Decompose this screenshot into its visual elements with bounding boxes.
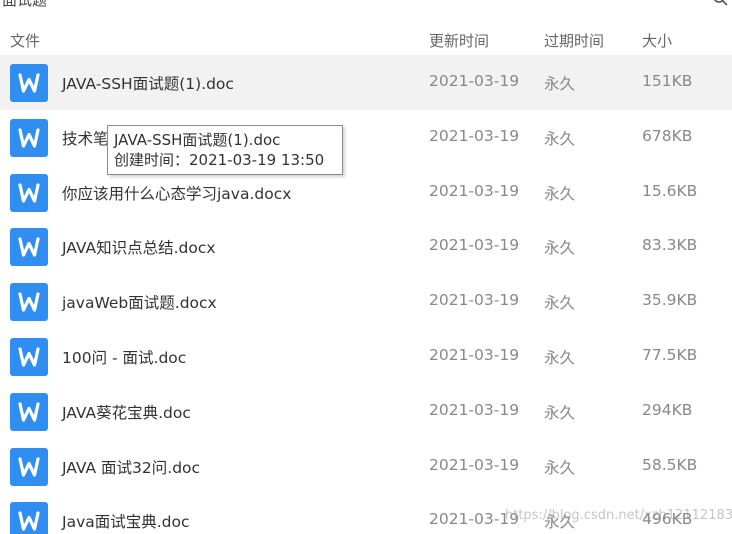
- file-updated-date: 2021-03-19: [429, 400, 520, 419]
- column-header-size[interactable]: 大小: [642, 30, 672, 51]
- file-expire: 永久: [544, 294, 576, 313]
- file-row[interactable]: JAVA 面试32问.doc 2021-03-19 永久 58.5KB: [0, 439, 732, 494]
- file-name[interactable]: Java面试宝典.doc: [62, 510, 190, 532]
- breadcrumb[interactable]: 面试题: [2, 0, 47, 10]
- top-bar: 面试题: [0, 0, 732, 22]
- file-size: 77.5KB: [642, 345, 698, 364]
- file-size: 58.5KB: [642, 455, 698, 474]
- file-row[interactable]: javaWeb面试题.docx 2021-03-19 永久 35.9KB: [0, 274, 732, 329]
- file-updated-date: 2021-03-19: [429, 236, 520, 255]
- file-name[interactable]: javaWeb面试题.docx: [62, 291, 217, 313]
- word-doc-icon: [10, 173, 48, 212]
- file-expire: 永久: [544, 403, 576, 422]
- file-name[interactable]: JAVA 面试32问.doc: [62, 456, 200, 478]
- word-doc-icon: [10, 502, 48, 534]
- word-doc-icon: [10, 64, 48, 102]
- file-manager: 面试题 文件 更新时间 过期时间 大小 JAVA-SSH面试题(1).doc 2…: [0, 0, 732, 534]
- watermark: https://blog.csdn.net/xzh121121831: [505, 508, 732, 523]
- file-expire: 永久: [544, 348, 576, 367]
- file-expire: 永久: [544, 458, 576, 477]
- file-size: 15.6KB: [642, 181, 698, 200]
- column-header-name[interactable]: 文件: [10, 30, 40, 51]
- column-header-updated[interactable]: 更新时间: [429, 30, 489, 51]
- file-size: 35.9KB: [642, 291, 698, 310]
- file-name[interactable]: JAVA-SSH面试题(1).doc: [62, 72, 234, 94]
- file-name[interactable]: JAVA葵花宝典.doc: [62, 401, 191, 423]
- file-updated-date: 2021-03-19: [429, 345, 520, 364]
- word-doc-icon: [10, 283, 48, 322]
- file-expire: 永久: [544, 129, 576, 148]
- file-row[interactable]: JAVA-SSH面试题(1).doc 2021-03-19 永久 151KB: [0, 55, 732, 110]
- file-size: 294KB: [642, 400, 693, 419]
- file-updated-date: 2021-03-19: [429, 291, 520, 310]
- file-updated-date: 2021-03-19: [429, 126, 520, 145]
- file-expire: 永久: [544, 75, 576, 93]
- file-name[interactable]: 你应该用什么心态学习java.docx: [62, 182, 291, 204]
- file-name[interactable]: JAVA知识点总结.docx: [62, 236, 216, 258]
- word-doc-icon: [10, 447, 48, 486]
- column-header: 文件 更新时间 过期时间 大小: [0, 22, 732, 55]
- file-size: 678KB: [642, 126, 693, 145]
- file-size: 151KB: [642, 72, 693, 90]
- file-name[interactable]: 100问 - 面试.doc: [62, 346, 186, 368]
- file-size: 83.3KB: [642, 236, 698, 255]
- file-name[interactable]: 技术笔: [62, 127, 109, 149]
- file-row[interactable]: JAVA知识点总结.docx 2021-03-19 永久 83.3KB: [0, 219, 732, 274]
- file-row[interactable]: 100问 - 面试.doc 2021-03-19 永久 77.5KB: [0, 329, 732, 384]
- file-row[interactable]: JAVA葵花宝典.doc 2021-03-19 永久 294KB: [0, 384, 732, 439]
- word-doc-icon: [10, 228, 48, 267]
- file-expire: 永久: [544, 239, 576, 258]
- tooltip-created-time: 创建时间：2021-03-19 13:50: [114, 151, 325, 169]
- word-doc-icon: [10, 392, 48, 431]
- search-icon[interactable]: [712, 0, 728, 6]
- word-doc-icon: [10, 118, 48, 157]
- file-expire: 永久: [544, 184, 576, 203]
- file-updated-date: 2021-03-19: [429, 72, 520, 90]
- word-doc-icon: [10, 337, 48, 376]
- tooltip-file-name: JAVA-SSH面试题(1).doc: [114, 131, 281, 149]
- file-updated-date: 2021-03-19: [429, 455, 520, 474]
- file-updated-date: 2021-03-19: [429, 181, 520, 200]
- file-tooltip: JAVA-SSH面试题(1).doc 创建时间：2021-03-19 13:50: [107, 125, 343, 175]
- column-header-expire[interactable]: 过期时间: [544, 30, 604, 51]
